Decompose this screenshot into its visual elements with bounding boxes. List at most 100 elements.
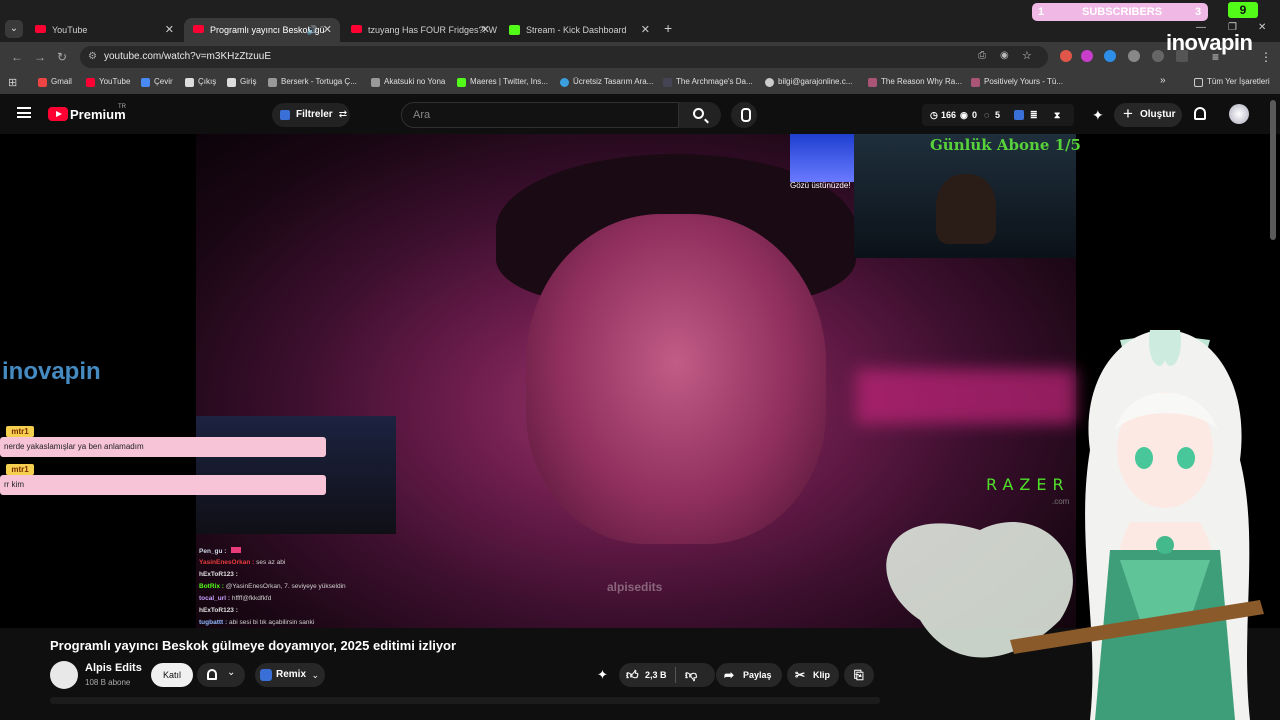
video-watermark: alpisedits (607, 580, 663, 594)
bookmark-bilgi[interactable]: bilgi@garajonline.c... (765, 77, 852, 87)
bookmark-star-icon[interactable]: ☆ (1022, 49, 1032, 62)
bookmark-berserk[interactable]: Berserk - Tortuga Ç... (268, 77, 357, 87)
like-dislike-group: 👍︎ 2,3 B 👎︎ (619, 663, 715, 687)
share-button[interactable]: ➦ Paylaş (716, 663, 782, 687)
extension-icon[interactable] (1128, 50, 1140, 62)
ask-sparkle-icon[interactable]: ✦ (597, 667, 608, 683)
tab-label: YouTube (52, 25, 88, 35)
eye-off-icon: ◌ (984, 110, 990, 120)
bookmark-giris[interactable]: Giriş (227, 77, 256, 87)
close-tab-icon[interactable]: ✕ (323, 18, 332, 42)
forward-icon[interactable]: → (34, 50, 46, 64)
remix-button[interactable]: Remix ⌄ (255, 663, 325, 687)
tab-kick-dashboard[interactable]: Stream - Kick Dashboard ✕ (500, 18, 658, 42)
canva-icon (560, 78, 569, 87)
install-icon[interactable]: ⎙ (978, 50, 986, 61)
channel-name[interactable]: Alpis Edits (85, 662, 142, 674)
close-window-icon[interactable]: ✕ (1258, 22, 1266, 33)
bookmark-youtube[interactable]: YouTube (86, 77, 130, 87)
like-icon[interactable]: 👍︎ (626, 663, 639, 687)
tab-tzuyang[interactable]: tzuyang Has FOUR Fridges?! W ✕ (342, 18, 498, 42)
join-button[interactable]: Katıl (151, 663, 193, 687)
list-icon: ≣ (1030, 110, 1038, 120)
page-icon (663, 78, 672, 87)
all-bookmarks-folder[interactable]: Tüm Yer İşaretleri (1194, 77, 1270, 87)
chat-line: BotRix : @YasinEnesOrkan, 7. seviyeye yü… (199, 583, 346, 590)
voice-search-button[interactable] (731, 102, 757, 128)
filters-button[interactable]: Filtreler ⇄ (272, 103, 350, 127)
bookmark-cikis[interactable]: Çıkış (185, 77, 216, 87)
site-info-icon[interactable]: ⚙ (88, 51, 97, 62)
eye-icon: ◉ (960, 110, 968, 120)
tab-search-icon[interactable]: ⌄ (5, 20, 23, 38)
bookmark-cevir[interactable]: Çevir (141, 77, 173, 87)
hourglass-icon: ⧗ (1054, 110, 1061, 120)
region-code: TR (118, 104, 126, 110)
url-text: youtube.com/watch?v=m3KHzZtzuuE (104, 51, 272, 62)
clip-button[interactable]: ✂ Klip (787, 663, 839, 687)
apps-grid-icon[interactable]: ⊞ (8, 76, 17, 89)
globe-icon (765, 78, 774, 87)
extension-stats[interactable]: ◷ 166 ◉ 0 ◌ 5 ≣ ⧗ (922, 104, 1074, 126)
url-field[interactable]: ⚙ youtube.com/watch?v=m3KHzZtzuuE ⎙ ◉ ☆ (80, 46, 1048, 68)
extension-icon[interactable] (1081, 50, 1093, 62)
youtube-favicon-icon (193, 25, 204, 33)
reload-icon[interactable]: ↻ (57, 50, 67, 64)
close-tab-icon[interactable]: ✕ (481, 18, 490, 42)
emote-icon (231, 547, 242, 553)
bookmark-archmage[interactable]: The Archmage's Da... (663, 77, 753, 87)
extension-icon[interactable] (1152, 50, 1164, 62)
bookmark-positively[interactable]: Positively Yours - Tü... (971, 77, 1063, 87)
extension-icon[interactable] (1060, 50, 1072, 62)
subs-label: SUBSCRIBERS (1082, 6, 1163, 18)
bookmark-akatsuki[interactable]: Akatsuki no Yona (371, 77, 445, 87)
like-count[interactable]: 2,3 B (645, 663, 667, 687)
subscription-bell-button[interactable]: ⌄ (197, 663, 245, 687)
tab-bar: ⌄ YouTube ✕ Programlı yayıncı Beskok gü … (0, 0, 1280, 42)
bookmark-maeres[interactable]: Maeres | Twitter, Ins... (457, 77, 548, 87)
subscriber-count: 108 B abone (85, 678, 131, 687)
search-button[interactable] (679, 102, 721, 128)
close-tab-icon[interactable]: ✕ (641, 18, 650, 42)
sparkle-icon[interactable]: ✦ (1092, 107, 1104, 124)
youtube-logo-icon[interactable] (48, 107, 68, 121)
notifications-bell-icon[interactable] (1194, 107, 1206, 120)
dislike-icon[interactable]: 👎︎ (685, 663, 697, 687)
clock-icon: ◷ (930, 110, 938, 120)
youtube-icon (86, 78, 95, 87)
more-bookmarks-button[interactable]: » (1160, 75, 1166, 86)
chat-message: rr kim (0, 475, 326, 495)
more-icon[interactable]: ⋮ (1260, 50, 1272, 64)
close-tab-icon[interactable]: ✕ (165, 18, 174, 42)
chat-line: hExToR123 : (199, 571, 238, 578)
bookmark-reason[interactable]: The Reason Why Ra... (868, 77, 962, 87)
bookmark-gmail[interactable]: Gmail (38, 77, 72, 87)
eye-off-icon[interactable]: ◉ (1000, 50, 1009, 61)
folder-icon (1194, 78, 1203, 87)
page-icon (185, 78, 194, 87)
search-icon (693, 108, 704, 119)
back-icon[interactable]: ← (11, 50, 23, 64)
channel-avatar[interactable] (50, 661, 78, 689)
chat-line: YasinEnesOrkan : ses az abi (199, 559, 286, 566)
bookmark-tasarim[interactable]: Ücretsiz Tasarım Ara... (560, 77, 653, 87)
page-scrollbar[interactable] (1270, 100, 1276, 240)
tab-current-video[interactable]: Programlı yayıncı Beskok gü 🔊 ✕ (184, 18, 340, 42)
divider (675, 667, 676, 683)
account-avatar[interactable] (1229, 104, 1249, 124)
search-input[interactable]: Ara (401, 102, 679, 128)
page-icon (268, 78, 277, 87)
save-button[interactable]: ⎘ (844, 663, 874, 687)
extension-icon[interactable] (1104, 50, 1116, 62)
new-tab-button[interactable]: + (664, 20, 672, 36)
speaker-icon[interactable]: 🔊 (307, 18, 318, 42)
hamburger-menu-icon[interactable] (17, 107, 31, 118)
stat-a: 166 (941, 110, 957, 120)
youtube-favicon-icon (351, 25, 362, 33)
daily-sub-goal: Günlük Abone 1/5 (930, 136, 1081, 154)
chat-line: Pen_gu : (199, 547, 242, 555)
tab-youtube[interactable]: YouTube ✕ (26, 18, 182, 42)
stat-c: 5 (995, 110, 1001, 120)
create-button[interactable]: Oluştur (1114, 102, 1182, 127)
subs-left: 1 (1038, 6, 1045, 18)
